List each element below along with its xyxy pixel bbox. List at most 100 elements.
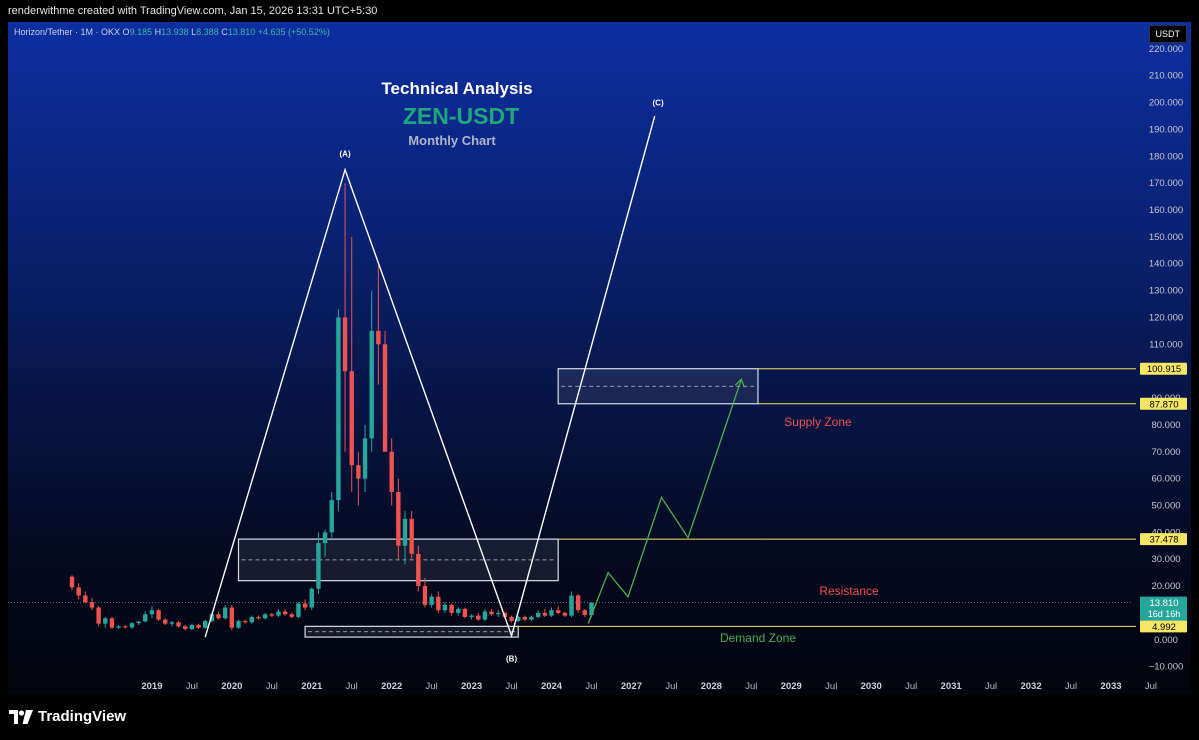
candle-body[interactable]	[316, 543, 321, 589]
candle-body[interactable]	[136, 621, 141, 624]
candle-body[interactable]	[176, 622, 181, 627]
zone-box-supply-zone[interactable]	[557, 368, 759, 405]
y-axis-tick-label: 70.000	[1151, 447, 1180, 458]
candle-body[interactable]	[382, 344, 388, 452]
candle-body[interactable]	[396, 492, 401, 546]
x-axis-tick-label: 2023	[461, 681, 482, 692]
currency-button[interactable]: USDT	[1148, 25, 1187, 43]
candle-body[interactable]	[216, 614, 221, 619]
candle-body[interactable]	[256, 616, 261, 619]
candle-body[interactable]	[123, 626, 128, 628]
candle-body[interactable]	[143, 614, 148, 622]
candle-body[interactable]	[96, 607, 101, 624]
candle-body[interactable]	[582, 610, 588, 616]
candle-body[interactable]	[109, 618, 115, 628]
candle-body[interactable]	[529, 616, 534, 620]
candle-body[interactable]	[555, 610, 561, 613]
y-axis-tick-label: 220.000	[1149, 44, 1183, 55]
candle-body[interactable]	[409, 518, 414, 554]
candle-body[interactable]	[156, 610, 161, 620]
candle-body[interactable]	[242, 620, 248, 623]
candle-body[interactable]	[369, 330, 374, 439]
candle-body[interactable]	[362, 438, 368, 479]
candle-body[interactable]	[469, 615, 474, 617]
candle-body[interactable]	[163, 619, 168, 624]
candle-body[interactable]	[575, 595, 581, 611]
chart-pane[interactable]: (A) (B) (C) Technical Analysis ZEN-USDT Month…	[8, 22, 1191, 694]
candle-body[interactable]	[282, 611, 288, 615]
candle-body[interactable]	[476, 615, 481, 620]
x-axis-tick-label: 2020	[221, 681, 242, 692]
candle-body[interactable]	[183, 626, 188, 630]
candle-body[interactable]	[222, 607, 228, 619]
x-axis-tick-label: Jul	[266, 681, 278, 692]
y-axis-tick-label: 60.000	[1151, 474, 1180, 485]
candle-body[interactable]	[309, 588, 314, 608]
candle-body[interactable]	[329, 500, 334, 533]
candle-body[interactable]	[276, 611, 281, 616]
candle-body[interactable]	[236, 620, 241, 628]
candle-body[interactable]	[289, 614, 294, 617]
candle-body[interactable]	[562, 612, 568, 616]
candle-body[interactable]	[189, 624, 195, 630]
projection-path[interactable]	[587, 379, 742, 624]
bar-countdown-label: 16d 16h	[1148, 609, 1181, 619]
candle-body[interactable]	[262, 614, 268, 619]
y-axis-tick-label: 170.000	[1149, 178, 1183, 189]
y-axis-tick-label: 130.000	[1149, 286, 1183, 297]
candle-body[interactable]	[462, 608, 468, 617]
candle-body[interactable]	[569, 595, 574, 616]
candle-body[interactable]	[116, 626, 121, 628]
candle-body[interactable]	[169, 622, 175, 624]
candle-body[interactable]	[89, 602, 95, 608]
candle-body[interactable]	[449, 604, 454, 613]
candle-body[interactable]	[589, 602, 594, 616]
symbol-name: Horizon/Tether · 1M · OKX	[14, 27, 121, 37]
candle-body[interactable]	[149, 610, 155, 615]
candle-body[interactable]	[482, 611, 488, 620]
candle-body[interactable]	[69, 576, 75, 588]
candle-body[interactable]	[129, 623, 135, 628]
candle-body[interactable]	[549, 610, 554, 616]
y-axis-tick-label: 50.000	[1151, 500, 1180, 511]
candle-body[interactable]	[269, 614, 274, 616]
candle-body[interactable]	[489, 611, 494, 615]
candle-body[interactable]	[456, 608, 461, 613]
tradingview-logo[interactable]: TradingView	[9, 708, 126, 725]
candle-body[interactable]	[249, 616, 255, 623]
x-axis-tick-label: 2033	[1100, 681, 1121, 692]
candle-body[interactable]	[422, 586, 428, 605]
candle-body[interactable]	[322, 532, 328, 544]
candle-body[interactable]	[376, 330, 381, 345]
candle-body[interactable]	[509, 616, 514, 621]
candle-body[interactable]	[496, 612, 501, 615]
candle-body[interactable]	[522, 616, 528, 620]
candle-body[interactable]	[436, 596, 441, 611]
candle-body[interactable]	[349, 371, 354, 466]
x-axis-tick-label: Jul	[585, 681, 597, 692]
candle-body[interactable]	[429, 596, 434, 605]
candle-body[interactable]	[229, 607, 235, 628]
candle-body[interactable]	[196, 624, 201, 628]
chart-subtitle: Monthly Chart	[408, 133, 496, 148]
candle-body[interactable]	[402, 518, 408, 546]
candle-body[interactable]	[302, 603, 308, 608]
candle-body[interactable]	[203, 620, 208, 628]
candle-body[interactable]	[389, 451, 394, 493]
candle-body[interactable]	[416, 553, 421, 587]
candle-body[interactable]	[542, 612, 548, 616]
candle-body[interactable]	[76, 587, 81, 596]
level-badge-label: 37.478	[1149, 535, 1178, 546]
x-axis-tick-label: Jul	[985, 681, 997, 692]
candle-body[interactable]	[536, 612, 541, 617]
candle-body[interactable]	[296, 603, 301, 617]
price-chart[interactable]: (A) (B) (C) Technical Analysis ZEN-USDT Month…	[8, 22, 1191, 694]
wave-label-a: (A)	[340, 149, 351, 158]
y-axis-tick-label: 160.000	[1149, 205, 1183, 216]
candle-body[interactable]	[356, 465, 361, 479]
candle-body[interactable]	[103, 618, 108, 624]
candle-body[interactable]	[442, 604, 448, 611]
candle-body[interactable]	[83, 595, 88, 603]
candle-body[interactable]	[342, 317, 348, 372]
candle-body[interactable]	[336, 317, 341, 501]
